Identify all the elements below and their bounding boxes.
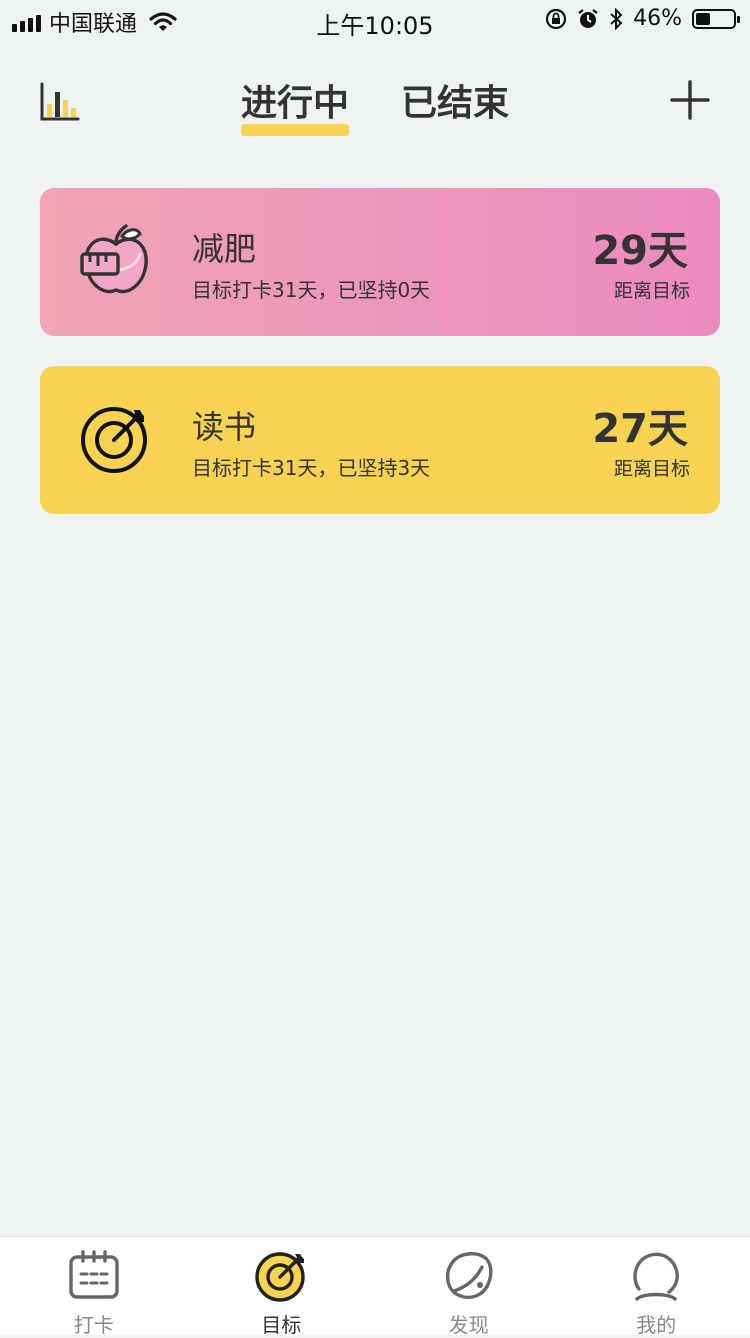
goal-days-remaining: 29天 <box>592 218 688 276</box>
person-icon <box>629 1249 683 1303</box>
battery-percent: 46% <box>633 6 682 31</box>
goal-title: 读书 <box>192 402 256 448</box>
goal-days-label: 距离目标 <box>614 276 690 303</box>
rotation-lock-icon <box>545 8 567 30</box>
goal-card-weight-loss[interactable]: 减肥 目标打卡31天，已坚持0天 29天 距离目标 <box>40 188 720 336</box>
bottom-tab-bar: 打卡 目标 发现 我的 <box>0 1236 750 1335</box>
planet-icon <box>442 1249 496 1303</box>
header: 进行中 已结束 <box>0 60 750 150</box>
tab-finished[interactable]: 已结束 <box>401 74 509 136</box>
apple-tape-icon <box>78 222 154 298</box>
goal-title: 减肥 <box>192 224 256 270</box>
calendar-icon <box>67 1249 121 1303</box>
tab-profile[interactable]: 我的 <box>563 1237 750 1335</box>
tab-discover[interactable]: 发现 <box>375 1237 563 1335</box>
goal-subtitle: 目标打卡31天，已坚持3天 <box>192 452 430 481</box>
tab-in-progress[interactable]: 进行中 <box>241 74 349 136</box>
goal-subtitle: 目标打卡31天，已坚持0天 <box>192 274 430 303</box>
status-bar: 中国联通 上午10:05 46% <box>0 0 750 42</box>
alarm-icon <box>577 8 599 30</box>
bluetooth-icon <box>609 8 623 30</box>
goal-days-label: 距离目标 <box>614 454 690 481</box>
tab-goals[interactable]: 目标 <box>188 1237 376 1335</box>
goal-card-reading[interactable]: 读书 目标打卡31天，已坚持3天 27天 距离目标 <box>40 366 720 514</box>
segment-tabs: 进行中 已结束 <box>0 74 750 136</box>
tab-checkin[interactable]: 打卡 <box>0 1237 188 1335</box>
target-icon <box>254 1249 308 1303</box>
target-icon <box>78 400 154 476</box>
battery-icon <box>692 9 736 29</box>
plus-icon[interactable] <box>670 80 710 120</box>
goal-days-remaining: 27天 <box>592 396 688 454</box>
